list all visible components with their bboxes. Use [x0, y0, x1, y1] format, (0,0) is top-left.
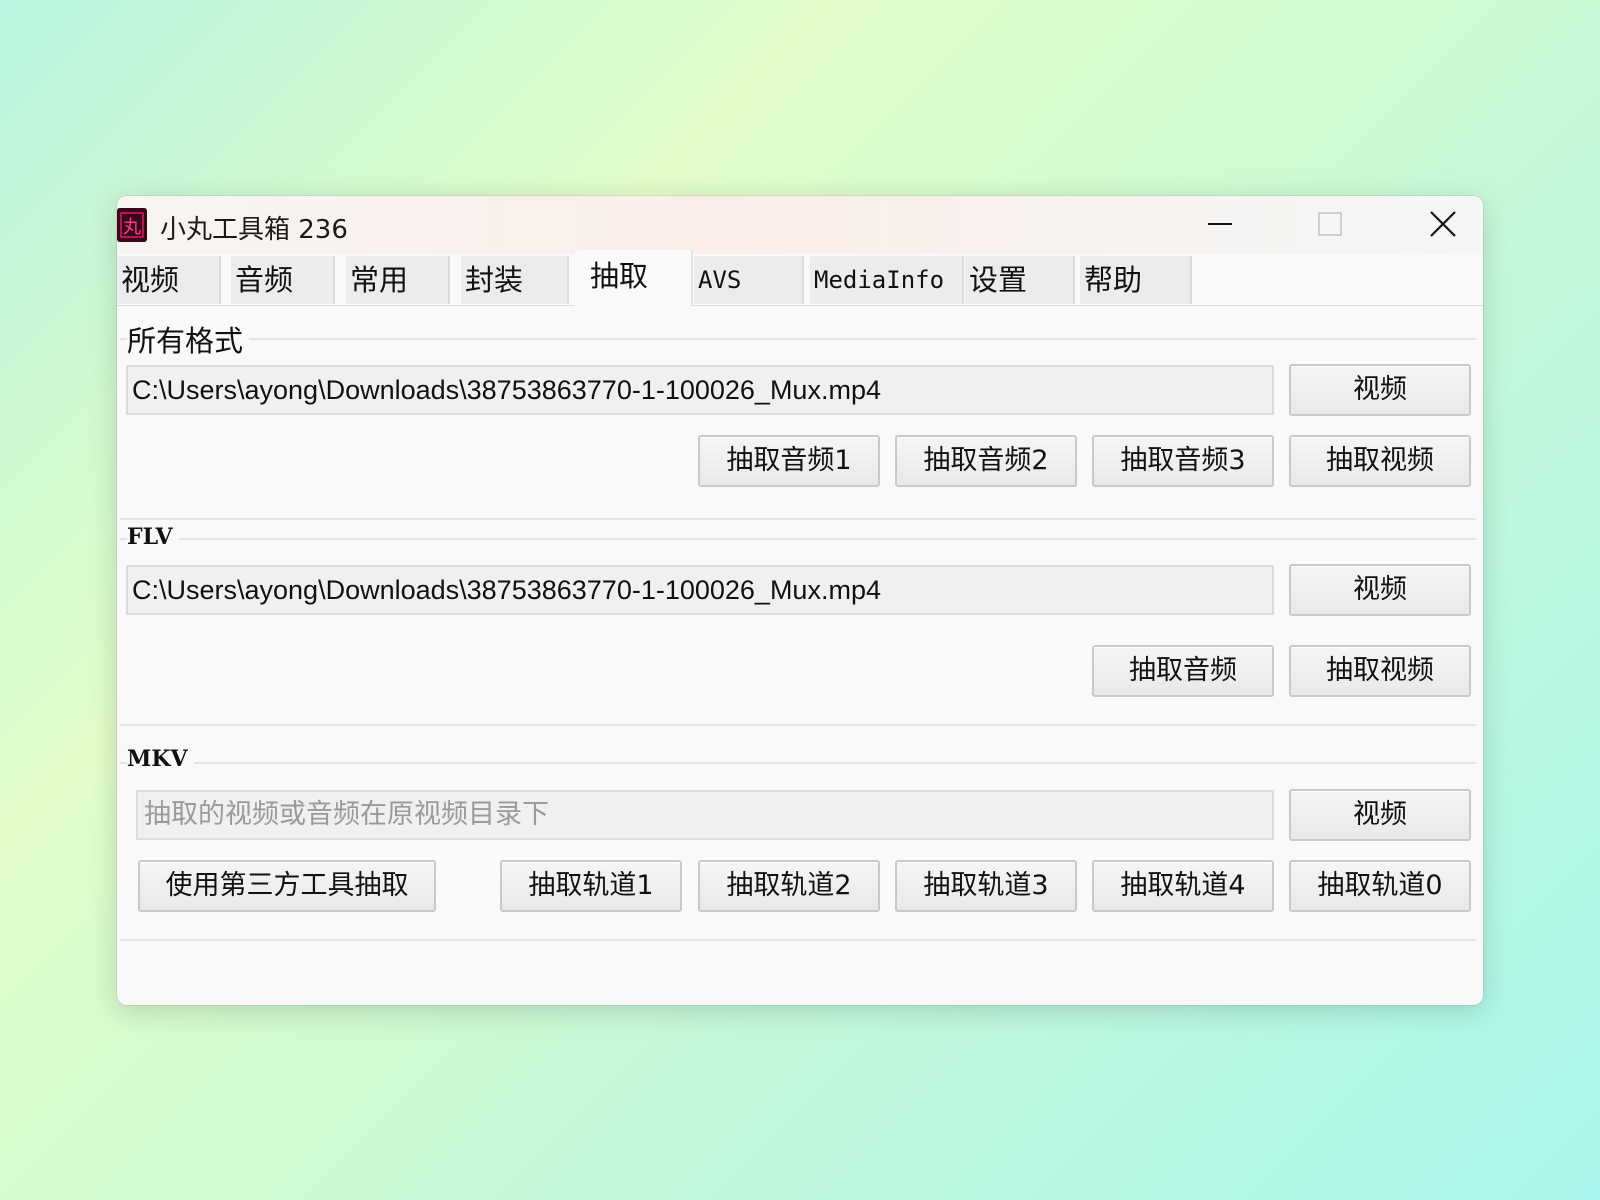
mkv-video-button[interactable]: 视频	[1289, 789, 1471, 841]
extract-track-2-button[interactable]: 抽取轨道2	[698, 860, 880, 912]
all-formats-video-button[interactable]: 视频	[1289, 364, 1471, 416]
extract-track-3-button[interactable]: 抽取轨道3	[895, 860, 1077, 912]
all-formats-path-input[interactable]: C:\Users\ayong\Downloads\38753863770-1-1…	[126, 365, 1274, 415]
extract-tab-panel: 所有格式 C:\Users\ayong\Downloads\3875386377…	[117, 306, 1483, 1005]
extract-track-4-button[interactable]: 抽取轨道4	[1092, 860, 1274, 912]
app-logo-icon: 丸	[117, 208, 147, 242]
tab-mediainfo[interactable]: MediaInfo	[810, 256, 964, 304]
group-divider	[120, 724, 1476, 726]
svg-text:丸: 丸	[123, 217, 141, 238]
close-button[interactable]	[1413, 204, 1473, 244]
minimize-icon	[1208, 223, 1232, 225]
tab-avs[interactable]: AVS	[694, 256, 804, 304]
extract-track-1-button[interactable]: 抽取轨道1	[500, 860, 682, 912]
app-window: 丸 小丸工具箱 236 视频 音频 常用 封装 抽取 AVS MediaInfo…	[117, 196, 1483, 1005]
close-icon	[1430, 211, 1456, 237]
group-divider	[120, 518, 1476, 520]
mkv-path-input[interactable]: 抽取的视频或音频在原视频目录下	[136, 790, 1274, 840]
third-party-extract-button[interactable]: 使用第三方工具抽取	[138, 860, 436, 912]
tab-mux[interactable]: 封装	[461, 256, 569, 304]
title-bar[interactable]: 丸 小丸工具箱 236	[117, 196, 1483, 254]
flv-path-input[interactable]: C:\Users\ayong\Downloads\38753863770-1-1…	[126, 565, 1274, 615]
tab-audio[interactable]: 音频	[231, 256, 335, 304]
extract-audio-3-button[interactable]: 抽取音频3	[1092, 435, 1274, 487]
flv-video-button[interactable]: 视频	[1289, 564, 1471, 616]
flv-extract-video-button[interactable]: 抽取视频	[1289, 645, 1471, 697]
extract-track-0-button[interactable]: 抽取轨道0	[1289, 860, 1471, 912]
tab-settings[interactable]: 设置	[965, 256, 1075, 304]
extract-audio-2-button[interactable]: 抽取音频2	[895, 435, 1077, 487]
extract-audio-1-button[interactable]: 抽取音频1	[698, 435, 880, 487]
group-divider	[120, 939, 1476, 941]
tab-extract[interactable]: 抽取	[575, 250, 693, 306]
tab-common[interactable]: 常用	[346, 256, 450, 304]
group-label-mkv: MKV	[127, 746, 194, 772]
window-title: 小丸工具箱 236	[160, 215, 348, 245]
group-border-mkv	[120, 762, 1476, 764]
maximize-button[interactable]	[1300, 204, 1360, 244]
group-label-all-formats: 所有格式	[127, 318, 250, 360]
flv-extract-audio-button[interactable]: 抽取音频	[1092, 645, 1274, 697]
minimize-button[interactable]	[1190, 204, 1250, 244]
all-formats-extract-video-button[interactable]: 抽取视频	[1289, 435, 1471, 487]
maximize-icon	[1318, 212, 1342, 236]
group-border-all-formats	[120, 338, 1476, 340]
group-border-flv	[120, 538, 1476, 540]
tab-video[interactable]: 视频	[117, 256, 221, 304]
group-label-flv: FLV	[127, 524, 179, 550]
tab-help[interactable]: 帮助	[1080, 256, 1192, 304]
tab-strip: 视频 音频 常用 封装 抽取 AVS MediaInfo 设置 帮助	[117, 250, 1483, 306]
